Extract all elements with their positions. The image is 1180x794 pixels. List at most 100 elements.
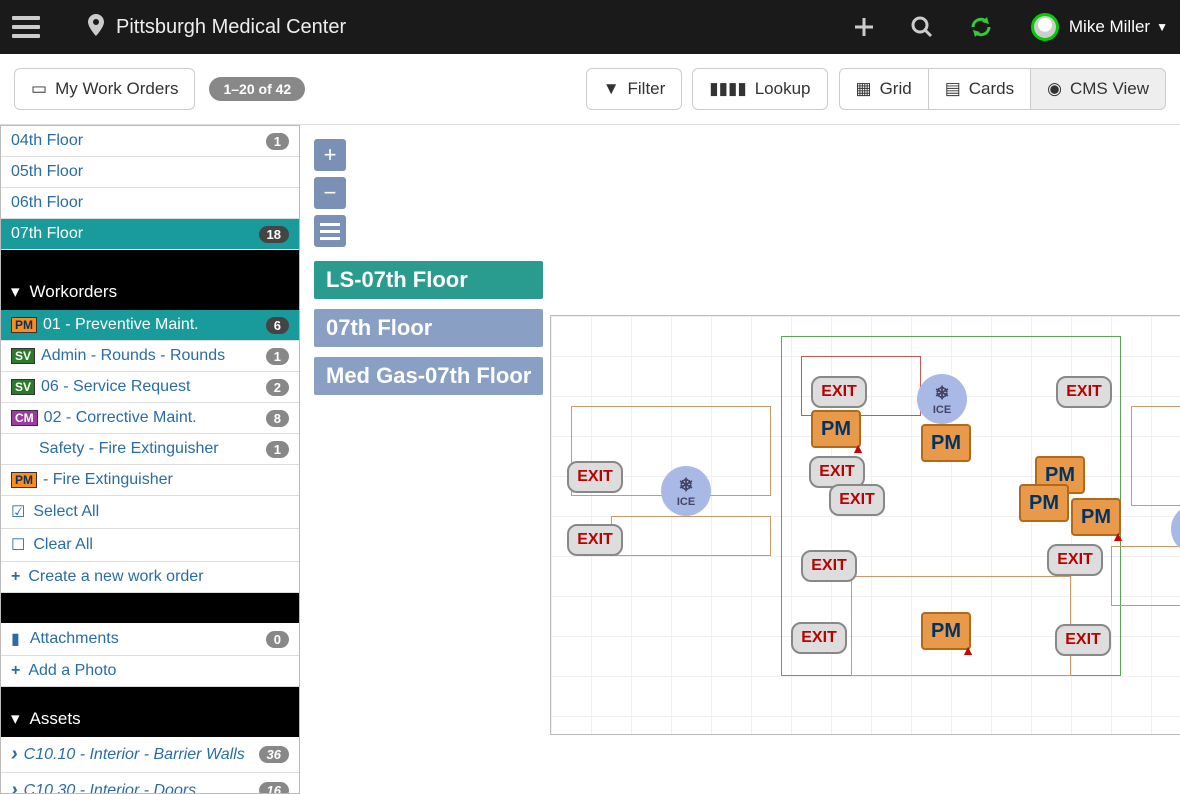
cms-view-button[interactable]: ◉CMS View [1030, 68, 1166, 110]
wo-tag: SV [11, 348, 35, 364]
chevron-right-icon [11, 743, 24, 766]
workorder-item[interactable]: SV Admin - Rounds - Rounds 1 [1, 341, 299, 372]
barcode-icon: ▮▮▮▮ [709, 79, 746, 99]
map-marker-ice[interactable]: ICE [917, 374, 967, 424]
floor-label: 04th Floor [11, 132, 83, 150]
zoom-in-button[interactable]: + [314, 139, 346, 171]
attachments-label: Attachments [30, 630, 119, 648]
layers-button[interactable] [314, 215, 346, 247]
map-marker-pm[interactable]: PM [1071, 498, 1121, 536]
map-marker-exit[interactable]: EXIT [829, 484, 885, 516]
map-area[interactable]: + − LS-07th Floor 07th Floor Med Gas-07t… [300, 125, 1180, 794]
wo-count: 1 [266, 348, 289, 365]
refresh-icon[interactable] [969, 15, 993, 39]
map-marker-exit[interactable]: EXIT [567, 524, 623, 556]
square-icon: ☐ [11, 535, 25, 555]
view-toggle: ▦ Grid ▤Cards ◉CMS View [840, 68, 1167, 110]
asset-count: 16 [259, 782, 289, 794]
cards-view-button[interactable]: ▤Cards [928, 68, 1031, 110]
map-marker-ice[interactable]: ICE [661, 466, 711, 516]
asset-label: C10.10 - Interior - Barrier Walls [24, 746, 245, 764]
map-marker-exit[interactable]: EXIT [1055, 624, 1111, 656]
workorder-item[interactable]: CM 02 - Corrective Maint. 8 [1, 403, 299, 434]
layer-label-floor[interactable]: 07th Floor [314, 309, 543, 347]
floorplan[interactable]: EXITEXITPMPMICEEXITEXITEXITICEPMPMPMEXIT… [550, 315, 1180, 735]
add-photo-action[interactable]: +Add a Photo [1, 656, 299, 687]
my-workorders-button[interactable]: ▭ My Work Orders [14, 68, 195, 110]
map-marker-pm[interactable]: PM [921, 612, 971, 650]
map-controls: + − [314, 139, 346, 247]
main-content: 04th Floor105th Floor06th Floor07th Floo… [0, 125, 1180, 794]
clear-all-label: Clear All [33, 536, 93, 554]
lookup-label: Lookup [755, 79, 811, 99]
user-menu[interactable]: Mike Miller ▼ [1031, 13, 1168, 41]
app-header: Pittsburgh Medical Center Mike Miller ▼ [0, 0, 1180, 54]
create-wo-label: Create a new work order [28, 568, 203, 586]
filter-label: Filter [628, 79, 666, 99]
map-marker-exit[interactable]: EXIT [801, 550, 857, 582]
wo-count: 2 [266, 379, 289, 396]
floor-count: 18 [259, 226, 289, 243]
attachments-count: 0 [266, 631, 289, 648]
map-marker-pm[interactable]: PM [1019, 484, 1069, 522]
floor-item[interactable]: 07th Floor18 [1, 219, 299, 250]
spacer [1, 687, 299, 701]
asset-count: 36 [259, 746, 289, 763]
wo-label: Admin - Rounds - Rounds [41, 347, 225, 365]
select-all-label: Select All [33, 503, 99, 521]
wo-tag: CM [11, 410, 38, 426]
wo-tag: PM [11, 317, 37, 333]
floor-list: 04th Floor 1 05th Floor06th Floor07th Floo… [1, 126, 299, 250]
floor-item[interactable]: 04th Floor 1 [1, 126, 299, 157]
wo-count: 6 [266, 317, 289, 334]
wo-count: 1 [266, 441, 289, 458]
map-marker-pm[interactable]: PM [921, 424, 971, 462]
asset-label: C10.30 - Interior - Doors [24, 782, 197, 794]
select-all-action[interactable]: ☑Select All [1, 496, 299, 529]
cards-label: Cards [969, 79, 1014, 99]
plus-icon: + [11, 568, 20, 586]
file-icon: ▮ [11, 629, 20, 649]
grid-label: Grid [880, 79, 912, 99]
grid-icon: ▦ [856, 79, 872, 99]
wo-label: 02 - Corrective Maint. [44, 409, 197, 427]
workorder-item[interactable]: Safety - Fire Extinguisher 1 [1, 434, 299, 465]
clear-all-action[interactable]: ☐ Clear All [1, 529, 299, 562]
menu-icon[interactable] [12, 16, 40, 38]
map-marker-pm[interactable]: PM [811, 410, 861, 448]
wo-label: Safety - Fire Extinguisher [39, 440, 219, 458]
workorders-header[interactable]: Workorders [1, 274, 299, 310]
layer-label-ls[interactable]: LS-07th Floor [314, 261, 543, 299]
floor-item[interactable]: 05th Floor [1, 157, 299, 188]
map-marker-exit[interactable]: EXIT [811, 376, 867, 408]
wo-label: 06 - Service Request [41, 378, 190, 396]
search-icon[interactable] [911, 16, 933, 38]
add-icon[interactable] [853, 16, 875, 38]
map-marker-exit[interactable]: EXIT [791, 622, 847, 654]
wo-count: 8 [266, 410, 289, 427]
asset-item[interactable]: C10.10 - Interior - Barrier Walls 36 [1, 737, 299, 773]
grid-view-button[interactable]: ▦ Grid [839, 68, 929, 110]
create-workorder-action[interactable]: + Create a new work order [1, 562, 299, 593]
plus-icon: + [11, 662, 20, 680]
map-marker-exit[interactable]: EXIT [1047, 544, 1103, 576]
attachments-row[interactable]: ▮ Attachments 0 [1, 623, 299, 656]
assets-header[interactable]: Assets [1, 701, 299, 737]
lookup-button[interactable]: ▮▮▮▮ Lookup [692, 68, 827, 110]
wo-tag: PM [11, 472, 37, 488]
asset-list: C10.10 - Interior - Barrier Walls 36 C10.3… [1, 737, 299, 794]
floor-item[interactable]: 06th Floor [1, 188, 299, 219]
map-marker-exit[interactable]: EXIT [1056, 376, 1112, 408]
globe-icon: ◉ [1047, 79, 1062, 99]
assets-head-label: Assets [30, 709, 81, 729]
layer-label-medgas[interactable]: Med Gas-07th Floor [314, 357, 543, 395]
workorder-item[interactable]: PM01 - Preventive Maint.6 [1, 310, 299, 341]
wo-label: - Fire Extinguisher [43, 471, 173, 489]
filter-button[interactable]: ▼ Filter [586, 68, 683, 110]
floor-count: 1 [266, 133, 289, 150]
workorder-item[interactable]: PM - Fire Extinguisher [1, 465, 299, 496]
workorder-item[interactable]: SV06 - Service Request2 [1, 372, 299, 403]
filter-icon: ▼ [603, 79, 620, 99]
map-marker-exit[interactable]: EXIT [567, 461, 623, 493]
zoom-out-button[interactable]: − [314, 177, 346, 209]
